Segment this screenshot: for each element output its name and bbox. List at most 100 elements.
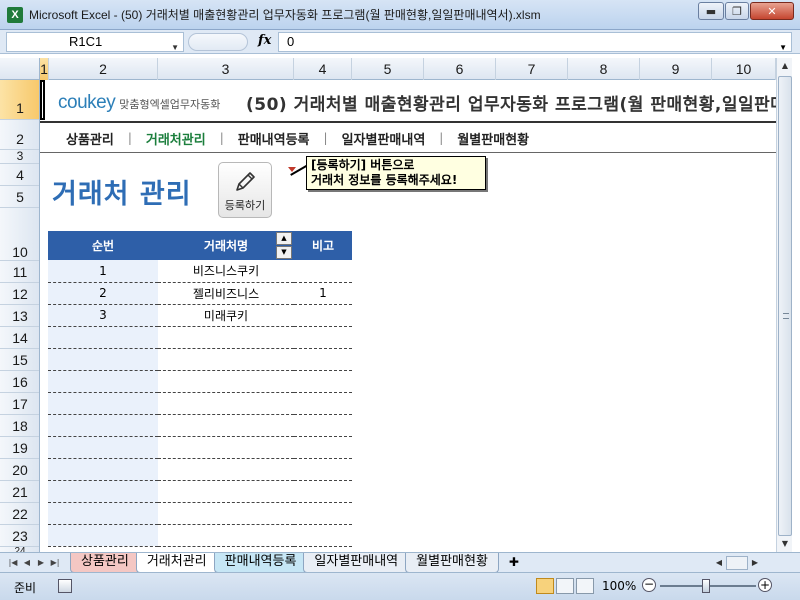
prev-sheet-icon[interactable]: ◀ — [20, 555, 34, 571]
row-header-18[interactable]: 18 — [0, 415, 39, 437]
cell-client-name[interactable] — [158, 480, 294, 503]
excel-app-icon[interactable]: X — [7, 6, 23, 23]
cell-client-name[interactable] — [158, 458, 294, 481]
row-header-14[interactable]: 14 — [0, 327, 39, 349]
name-box[interactable]: R1C1 ▼ — [6, 32, 184, 52]
insert-function-icon[interactable]: fx — [258, 33, 271, 48]
row-header-23[interactable]: 23 — [0, 525, 39, 547]
cell-client-name[interactable] — [158, 392, 294, 415]
cell-seq[interactable] — [48, 348, 158, 371]
page-break-view-icon[interactable] — [576, 578, 594, 594]
scroll-left-icon[interactable]: ◀ — [712, 555, 726, 571]
formula-input[interactable]: 0 ▼ — [278, 32, 792, 52]
cell-note[interactable] — [294, 414, 352, 437]
cell-note[interactable] — [294, 370, 352, 393]
row-header-5[interactable]: 5 — [0, 186, 39, 208]
cell-client-name[interactable] — [158, 348, 294, 371]
column-header-3[interactable]: 3 — [158, 58, 294, 80]
cell-client-name[interactable] — [158, 370, 294, 393]
nav-item-monthly-sales[interactable]: 월별판매현황 — [457, 129, 529, 148]
sort-down-icon[interactable]: ▼ — [276, 246, 292, 259]
cell-note[interactable] — [294, 348, 352, 371]
cell-note[interactable] — [294, 326, 352, 349]
row-header-19[interactable]: 19 — [0, 437, 39, 459]
tab-sales-entry[interactable]: 판매내역등록 — [213, 553, 308, 573]
column-header-1[interactable]: 1 — [40, 58, 49, 80]
cell-seq[interactable] — [48, 414, 158, 437]
cell-note[interactable] — [294, 436, 352, 459]
vertical-scroll-thumb[interactable] — [778, 76, 792, 536]
cell-note[interactable] — [294, 260, 352, 283]
minimize-button[interactable]: ▬ — [698, 2, 724, 20]
register-button[interactable]: 등록하기 — [218, 162, 272, 218]
cell-seq[interactable] — [48, 480, 158, 503]
zoom-out-icon[interactable]: − — [642, 578, 656, 592]
tab-daily-sales[interactable]: 일자별판매내역 — [303, 553, 410, 573]
chevron-down-icon[interactable]: ▼ — [171, 39, 179, 57]
first-sheet-icon[interactable]: |◀ — [6, 555, 20, 571]
formula-cancel-enter[interactable] — [188, 33, 248, 51]
row-header-21[interactable]: 21 — [0, 481, 39, 503]
cell-note[interactable] — [294, 502, 352, 525]
macro-record-icon[interactable] — [58, 579, 72, 593]
nav-item-sales-entry[interactable]: 판매내역등록 — [238, 129, 310, 148]
scroll-up-icon[interactable]: ▲ — [777, 58, 793, 74]
sort-up-icon[interactable]: ▲ — [276, 232, 292, 245]
cell-client-name[interactable]: 미래쿠키 — [158, 304, 294, 327]
expand-formula-icon[interactable]: ▼ — [779, 39, 787, 57]
cell-client-name[interactable] — [158, 524, 294, 547]
cell-note[interactable] — [294, 458, 352, 481]
row-header-17[interactable]: 17 — [0, 393, 39, 415]
cell-seq[interactable] — [48, 392, 158, 415]
column-header-9[interactable]: 9 — [640, 58, 712, 80]
tab-products[interactable]: 상품관리 — [70, 553, 140, 573]
row-header-10[interactable]: 10 — [0, 208, 39, 261]
row-header-15[interactable]: 15 — [0, 349, 39, 371]
cell-note[interactable]: 1 — [294, 282, 352, 305]
cell-seq[interactable]: 3 — [48, 304, 158, 327]
cell-seq[interactable] — [48, 326, 158, 349]
maximize-button[interactable]: ❐ — [725, 2, 749, 20]
cell-client-name[interactable] — [158, 502, 294, 525]
row-header-1[interactable]: 1 — [0, 80, 39, 120]
column-header-10[interactable]: 10 — [712, 58, 776, 80]
zoom-in-icon[interactable]: + — [758, 578, 772, 592]
select-all-corner[interactable] — [0, 58, 40, 80]
row-header-12[interactable]: 12 — [0, 283, 39, 305]
cell-note[interactable] — [294, 304, 352, 327]
cell-note[interactable] — [294, 480, 352, 503]
column-header-7[interactable]: 7 — [496, 58, 568, 80]
horizontal-scrollbar[interactable]: ◀ ▶ — [712, 555, 776, 571]
insert-sheet-icon[interactable]: ✚ — [503, 553, 525, 573]
row-header-22[interactable]: 22 — [0, 503, 39, 525]
worksheet[interactable]: coukey 맞춤형엑셀업무자동화 (50) 거래처별 매출현황관리 업무자동화… — [40, 80, 776, 552]
row-header-13[interactable]: 13 — [0, 305, 39, 327]
column-header-4[interactable]: 4 — [294, 58, 352, 80]
vertical-scrollbar[interactable]: ▲ ▼ — [776, 58, 792, 552]
cell-seq[interactable] — [48, 524, 158, 547]
cell-seq[interactable] — [48, 370, 158, 393]
zoom-level[interactable]: 100% — [602, 579, 636, 593]
tab-clients[interactable]: 거래처관리 — [135, 553, 218, 573]
nav-item-products[interactable]: 상품관리 — [66, 129, 114, 148]
cell-seq[interactable] — [48, 436, 158, 459]
cell-seq[interactable]: 2 — [48, 282, 158, 305]
cell-client-name[interactable] — [158, 326, 294, 349]
next-sheet-icon[interactable]: ▶ — [34, 555, 48, 571]
cell-client-name[interactable] — [158, 436, 294, 459]
cell-note[interactable] — [294, 392, 352, 415]
zoom-slider-thumb[interactable] — [702, 579, 710, 593]
tab-monthly-sales[interactable]: 월별판매현황 — [405, 553, 499, 573]
horizontal-scroll-thumb[interactable] — [726, 556, 748, 570]
column-header-8[interactable]: 8 — [568, 58, 640, 80]
row-header-20[interactable]: 20 — [0, 459, 39, 481]
cell-client-name[interactable]: 젤리비즈니스 — [158, 282, 294, 305]
row-header-11[interactable]: 11 — [0, 261, 39, 283]
row-header-2[interactable]: 2 — [0, 120, 39, 150]
cell-seq[interactable] — [48, 502, 158, 525]
row-header-4[interactable]: 4 — [0, 164, 39, 186]
row-header-16[interactable]: 16 — [0, 371, 39, 393]
cell-client-name[interactable] — [158, 414, 294, 437]
nav-item-clients[interactable]: 거래처관리 — [146, 129, 206, 148]
row-header-3[interactable]: 3 — [0, 150, 39, 164]
